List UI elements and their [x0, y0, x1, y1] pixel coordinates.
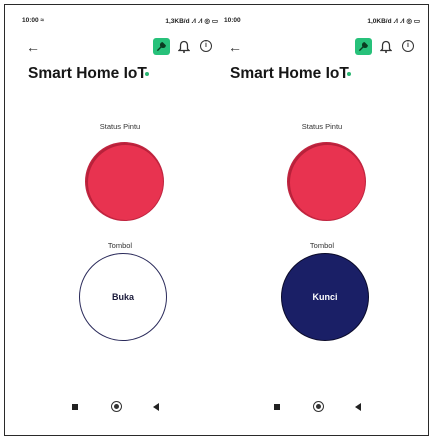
wrench-icon[interactable] [355, 38, 372, 55]
button-section-label: Tombol [309, 241, 335, 250]
app-bar: ← i [224, 38, 420, 62]
lock-button[interactable]: Kunci [281, 253, 369, 341]
arrow-left-icon[interactable]: ← [26, 40, 40, 54]
square-icon[interactable] [274, 404, 280, 410]
square-icon[interactable] [72, 404, 78, 410]
door-status-indicator [287, 142, 366, 221]
status-bar: 10:00 1,0KB/d .∕l .∕l ◎ ▭ [224, 17, 420, 29]
bell-icon[interactable] [177, 40, 191, 54]
door-status-label: Status Pintu [99, 122, 141, 131]
lock-button-label: Kunci [312, 292, 338, 302]
door-status-indicator [85, 142, 164, 221]
online-indicator-dot [145, 72, 149, 76]
wrench-icon[interactable] [153, 38, 170, 55]
status-time: 10:00 [224, 17, 241, 24]
bell-icon[interactable] [379, 40, 393, 54]
status-indicators: 1,3KB/d .∕l .∕l ◎ ▭ [165, 18, 218, 25]
info-icon[interactable]: i [200, 40, 212, 52]
system-nav-bar [22, 398, 218, 418]
phone-screen-unlocked: 10:00 ≈ 1,3KB/d .∕l .∕l ◎ ▭ ← i Smart Ho… [22, 5, 218, 429]
page-title: Smart Home IoT [28, 65, 147, 82]
info-icon[interactable]: i [402, 40, 414, 52]
online-indicator-dot [347, 72, 351, 76]
status-time: 10:00 ≈ [22, 17, 44, 24]
triangle-back-icon[interactable] [355, 403, 361, 411]
phone-screen-locked: 10:00 1,0KB/d .∕l .∕l ◎ ▭ ← i Smart Home… [224, 5, 420, 429]
status-indicators: 1,0KB/d .∕l .∕l ◎ ▭ [367, 18, 420, 25]
unlock-button-label: Buka [111, 292, 134, 302]
arrow-left-icon[interactable]: ← [228, 40, 242, 54]
button-section-label: Tombol [107, 241, 133, 250]
app-bar: ← i [22, 38, 218, 62]
circle-icon[interactable] [111, 401, 122, 412]
circle-icon[interactable] [313, 401, 324, 412]
system-nav-bar [224, 398, 420, 418]
door-status-label: Status Pintu [301, 122, 343, 131]
unlock-button[interactable]: Buka [79, 253, 167, 341]
page-title: Smart Home IoT [230, 65, 349, 82]
triangle-back-icon[interactable] [153, 403, 159, 411]
status-bar: 10:00 ≈ 1,3KB/d .∕l .∕l ◎ ▭ [22, 17, 218, 29]
